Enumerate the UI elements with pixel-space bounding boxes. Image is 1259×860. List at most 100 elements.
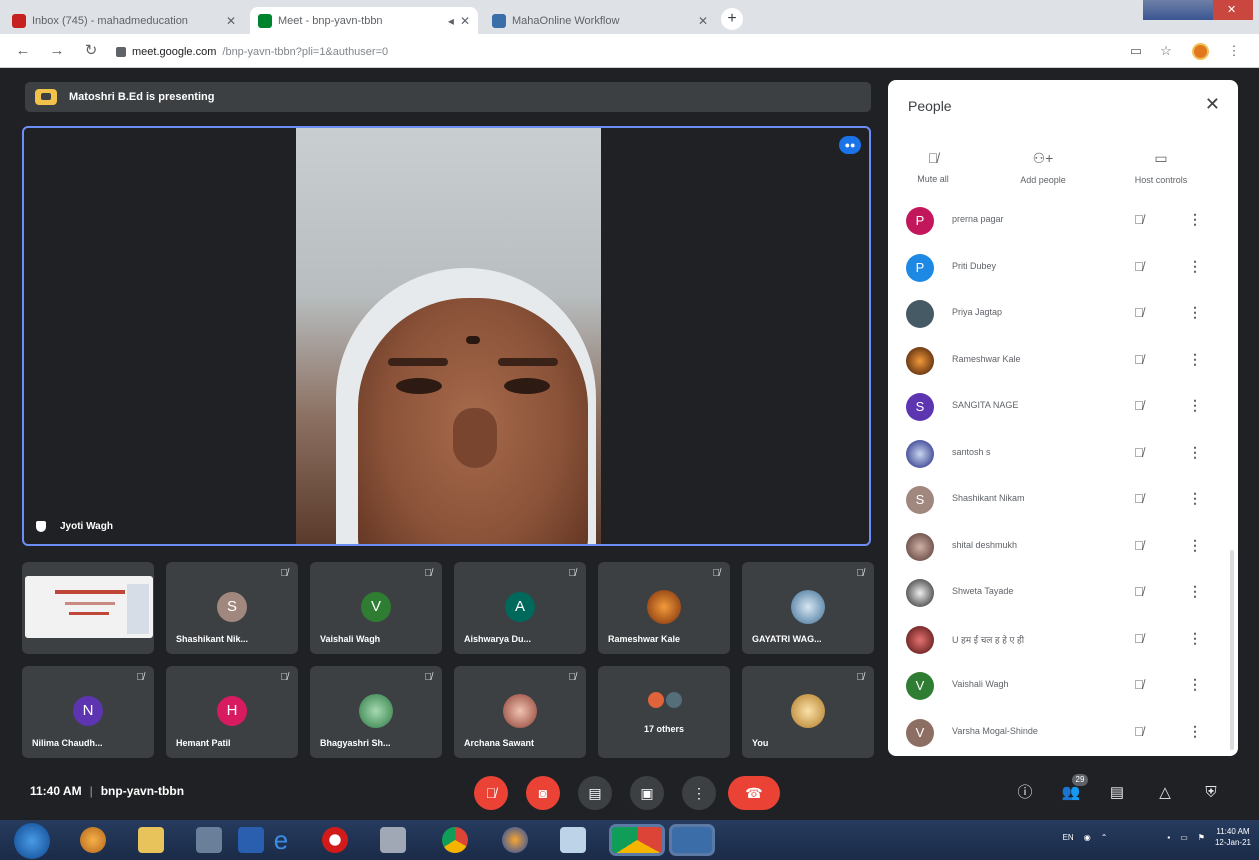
list-item[interactable]: shital deshmukh 🎙̸ ⋮ — [888, 524, 1238, 571]
panel-scrollbar[interactable] — [1230, 550, 1234, 750]
media-player-icon[interactable] — [80, 827, 106, 853]
mic-off-icon[interactable]: 🎙̸ — [1134, 398, 1144, 413]
mute-all-button[interactable]: 🎙̸ Mute all — [888, 150, 978, 184]
media-icon[interactable] — [196, 827, 222, 853]
mic-off-icon[interactable]: 🎙̸ — [1134, 445, 1144, 460]
participant-tile[interactable]: 🎙̸ S Shashikant Nik... — [166, 562, 298, 654]
file-explorer-icon[interactable] — [138, 827, 164, 853]
menu-icon[interactable]: ⋮ — [1226, 43, 1242, 59]
flag-icon[interactable]: ⚑ — [1198, 833, 1205, 842]
firefox-icon[interactable] — [502, 827, 528, 853]
audio-icon[interactable]: ◂ — [448, 14, 454, 28]
tray-icon[interactable]: ⌃ — [1101, 833, 1108, 842]
host-controls-button[interactable]: ⛨ — [1198, 780, 1224, 806]
main-video-tile[interactable]: ●● Jyoti Wagh — [22, 126, 871, 546]
participant-tile[interactable]: 🎙̸ Archana Sawant — [454, 666, 586, 758]
participant-tile[interactable]: 🎙̸ Bhagyashri Sh... — [310, 666, 442, 758]
mic-off-icon[interactable]: 🎙̸ — [1134, 491, 1144, 506]
more-options-icon[interactable]: ⋮ — [1188, 537, 1202, 554]
network-icon[interactable]: ▭ — [1180, 833, 1188, 842]
list-item[interactable]: V Vaishali Wagh 🎙̸ ⋮ — [888, 663, 1238, 710]
close-icon[interactable]: ✕ — [1205, 94, 1220, 115]
close-icon[interactable]: ✕ — [698, 14, 708, 28]
more-options-icon[interactable]: ⋮ — [1188, 676, 1202, 693]
more-options-icon[interactable]: ⋮ — [1188, 304, 1202, 321]
more-options-icon[interactable]: ⋮ — [1188, 630, 1202, 647]
back-icon[interactable]: ← — [14, 42, 32, 60]
mic-off-icon[interactable]: 🎙̸ — [1134, 677, 1144, 692]
bookmark-star-icon[interactable]: ☆ — [1158, 43, 1174, 59]
people-button[interactable]: 👥 29 — [1058, 774, 1088, 806]
more-options-icon[interactable]: ⋮ — [1188, 397, 1202, 414]
list-item[interactable]: santosh s 🎙̸ ⋮ — [888, 431, 1238, 478]
language-indicator[interactable]: EN — [1063, 833, 1074, 842]
forward-icon[interactable]: → — [48, 42, 66, 60]
add-people-button[interactable]: ⚇+ Add people — [998, 150, 1088, 185]
list-item[interactable]: Pprerna pagar 🎙̸ ⋮ — [888, 198, 1238, 245]
mic-off-icon[interactable]: 🎙̸ — [1134, 724, 1144, 739]
participant-tile[interactable]: 🎙̸ GAYATRI WAG... — [742, 562, 874, 654]
camera-toggle-button[interactable]: ◙ — [526, 776, 560, 810]
mic-off-icon[interactable]: 🎙̸ — [1134, 584, 1144, 599]
chat-button[interactable]: ▤ — [1104, 780, 1130, 806]
list-item[interactable]: S Shashikant Nikam 🎙̸ ⋮ — [888, 477, 1238, 524]
host-controls-button[interactable]: ▭ Host controls — [1116, 150, 1206, 185]
tab-mahaonline[interactable]: MahaOnline Workflow ✕ — [484, 7, 716, 34]
participant-tile[interactable]: 🎙̸ V Vaishali Wagh — [310, 562, 442, 654]
opera-icon[interactable] — [322, 827, 348, 853]
self-tile[interactable]: 🎙̸ You — [742, 666, 874, 758]
participant-tile[interactable]: 🎙̸ Rameshwar Kale — [598, 562, 730, 654]
word-icon[interactable] — [672, 827, 712, 853]
mic-toggle-button[interactable]: 🎙̸ — [474, 776, 508, 810]
participant-tile[interactable]: 🎙̸ N Nilima Chaudh... — [22, 666, 154, 758]
activities-button[interactable]: △ — [1152, 780, 1178, 806]
network-icon[interactable] — [380, 827, 406, 853]
participant-tile[interactable]: 🎙̸ A Aishwarya Du... — [454, 562, 586, 654]
close-icon[interactable]: ✕ — [226, 14, 236, 28]
clock[interactable]: 11:40 AM 12-Jan-21 — [1215, 826, 1251, 848]
present-button[interactable]: ▣ — [630, 776, 664, 810]
more-options-icon[interactable]: ⋮ — [1188, 723, 1202, 740]
captions-button[interactable]: ▤ — [578, 776, 612, 810]
internet-explorer-icon[interactable]: e — [268, 827, 294, 853]
mic-off-icon[interactable]: 🎙̸ — [1134, 305, 1144, 320]
list-item[interactable]: Priya Jagtap 🎙̸ ⋮ — [888, 291, 1238, 338]
more-options-icon[interactable]: ⋮ — [1188, 211, 1202, 228]
new-tab-button[interactable]: + — [721, 8, 743, 30]
close-icon[interactable]: ✕ — [460, 14, 470, 28]
chrome-active-icon[interactable] — [612, 827, 662, 853]
meeting-details-button[interactable]: ⓘ — [1012, 780, 1038, 806]
list-item[interactable]: U हम ई चल ह हे ए ही 🎙̸ ⋮ — [888, 617, 1238, 664]
reload-icon[interactable]: ↻ — [82, 42, 100, 60]
start-button[interactable] — [14, 823, 50, 859]
list-item[interactable]: P Priti Dubey 🎙̸ ⋮ — [888, 245, 1238, 292]
mic-off-icon[interactable]: 🎙̸ — [1134, 212, 1144, 227]
list-item[interactable]: Rameshwar Kale 🎙̸ ⋮ — [888, 338, 1238, 385]
tab-inbox[interactable]: Inbox (745) - mahadmeducation ✕ — [4, 7, 244, 34]
mic-off-icon[interactable]: 🎙̸ — [1134, 631, 1144, 646]
chrome-icon[interactable] — [442, 827, 468, 853]
list-item[interactable]: V Varsha Mogal-Shinde 🎙̸ ⋮ — [888, 710, 1238, 757]
mic-off-icon[interactable]: 🎙̸ — [1134, 538, 1144, 553]
leave-call-button[interactable]: ☎ — [728, 776, 780, 810]
more-options-icon[interactable]: ⋮ — [1188, 351, 1202, 368]
presentation-tile[interactable] — [22, 562, 154, 654]
url-field[interactable]: meet.google.com/bnp-yavn-tbbn?pli=1&auth… — [116, 42, 1096, 62]
tray-icon[interactable]: ▪ — [1167, 833, 1170, 842]
camera-in-use-icon[interactable]: ▭ — [1128, 43, 1144, 59]
profile-avatar[interactable] — [1192, 43, 1209, 60]
document-icon[interactable] — [560, 827, 586, 853]
list-item[interactable]: S SANGITA NAGE 🎙̸ ⋮ — [888, 384, 1238, 431]
others-tile[interactable]: 17 others — [598, 666, 730, 758]
more-options-button[interactable]: ⋮ — [682, 776, 716, 810]
mic-off-icon[interactable]: 🎙̸ — [1134, 352, 1144, 367]
mic-off-icon[interactable]: 🎙̸ — [1134, 259, 1144, 274]
participant-tile[interactable]: 🎙̸ H Hemant Patil — [166, 666, 298, 758]
more-options-icon[interactable]: ⋮ — [1188, 444, 1202, 461]
more-options-icon[interactable]: ⋮ — [1188, 490, 1202, 507]
more-options-icon[interactable]: ⋮ — [1188, 258, 1202, 275]
list-item[interactable]: Shweta Tayade 🎙̸ ⋮ — [888, 570, 1238, 617]
window-close-button[interactable] — [1213, 0, 1253, 20]
tab-meet[interactable]: Meet - bnp-yavn-tbbn ◂ ✕ — [250, 7, 478, 34]
tray-icon[interactable]: ◉ — [1084, 833, 1091, 842]
